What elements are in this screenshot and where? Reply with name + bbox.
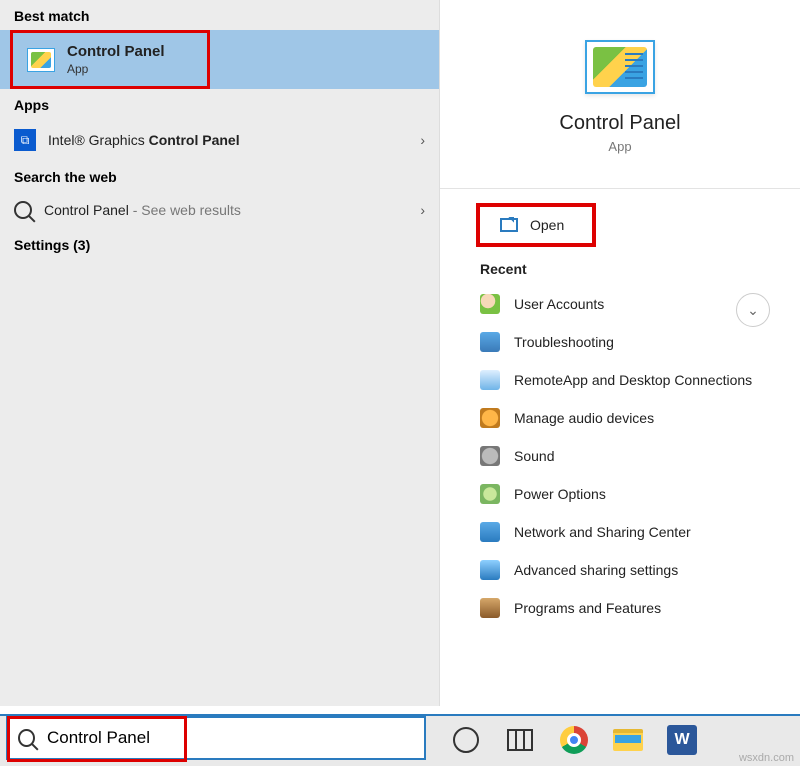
open-label: Open (530, 217, 564, 233)
chrome-icon (560, 726, 588, 754)
web-header: Search the web (0, 161, 439, 191)
open-button[interactable]: Open (476, 203, 596, 247)
recent-header: Recent (440, 247, 800, 285)
search-input[interactable] (47, 728, 414, 748)
task-view-icon (507, 729, 533, 751)
divider (440, 188, 800, 189)
task-view-button[interactable] (504, 724, 536, 756)
details-title: Control Panel (440, 112, 800, 135)
power-icon (480, 484, 500, 504)
apps-item-label: Intel® Graphics Control Panel (48, 132, 240, 148)
settings-header[interactable]: Settings (3) (0, 229, 439, 259)
control-panel-icon-large (585, 40, 655, 94)
recent-item-network[interactable]: Network and Sharing Center (440, 513, 800, 551)
audio-icon (480, 408, 500, 428)
watermark: wsxdn.com (739, 752, 794, 764)
search-icon (14, 201, 32, 219)
user-accounts-icon (480, 294, 500, 314)
chrome-button[interactable] (558, 724, 590, 756)
recent-item-audio[interactable]: Manage audio devices (440, 399, 800, 437)
apps-header: Apps (0, 89, 439, 119)
sharing-icon (480, 560, 500, 580)
troubleshooting-icon (480, 332, 500, 352)
search-box[interactable] (6, 716, 426, 760)
recent-item-programs[interactable]: Programs and Features (440, 589, 800, 627)
recent-item-sharing[interactable]: Advanced sharing settings (440, 551, 800, 589)
recent-item-sound[interactable]: Sound (440, 437, 800, 475)
sound-icon (480, 446, 500, 466)
best-match-header: Best match (0, 0, 439, 30)
explorer-button[interactable] (612, 724, 644, 756)
details-panel: Control Panel App Open ⌄ Recent User Acc… (440, 0, 800, 706)
word-button[interactable]: W (666, 724, 698, 756)
chevron-right-icon: › (420, 202, 425, 218)
best-match-row: Control Panel App (0, 30, 439, 89)
programs-icon (480, 598, 500, 618)
cortana-button[interactable] (450, 724, 482, 756)
cortana-icon (453, 727, 479, 753)
web-item-control-panel[interactable]: Control Panel - See web results › (0, 191, 439, 229)
recent-item-troubleshooting[interactable]: Troubleshooting (440, 323, 800, 361)
best-match-item-control-panel[interactable]: Control Panel App (10, 30, 210, 89)
taskbar-icons: W (450, 714, 698, 766)
word-icon: W (667, 725, 697, 755)
control-panel-icon (27, 48, 55, 72)
folder-icon (613, 729, 643, 751)
network-icon (480, 522, 500, 542)
apps-item-intel-graphics[interactable]: ⧉ Intel® Graphics Control Panel › (0, 119, 439, 161)
remoteapp-icon (480, 370, 500, 390)
recent-item-remoteapp[interactable]: RemoteApp and Desktop Connections (440, 361, 800, 399)
intel-graphics-icon: ⧉ (14, 129, 36, 151)
open-icon (500, 218, 518, 232)
recent-item-power[interactable]: Power Options (440, 475, 800, 513)
details-header: Control Panel App (440, 0, 800, 174)
best-match-subtitle: App (67, 62, 165, 76)
search-icon (18, 729, 35, 747)
web-item-label: Control Panel - See web results (44, 202, 241, 218)
chevron-right-icon: › (420, 132, 425, 148)
search-results-panel: Best match Control Panel App Apps ⧉ Inte… (0, 0, 440, 706)
details-subtitle: App (440, 139, 800, 154)
expand-button[interactable]: ⌄ (736, 293, 770, 327)
best-match-title: Control Panel (67, 43, 165, 60)
taskbar: W (0, 714, 800, 766)
